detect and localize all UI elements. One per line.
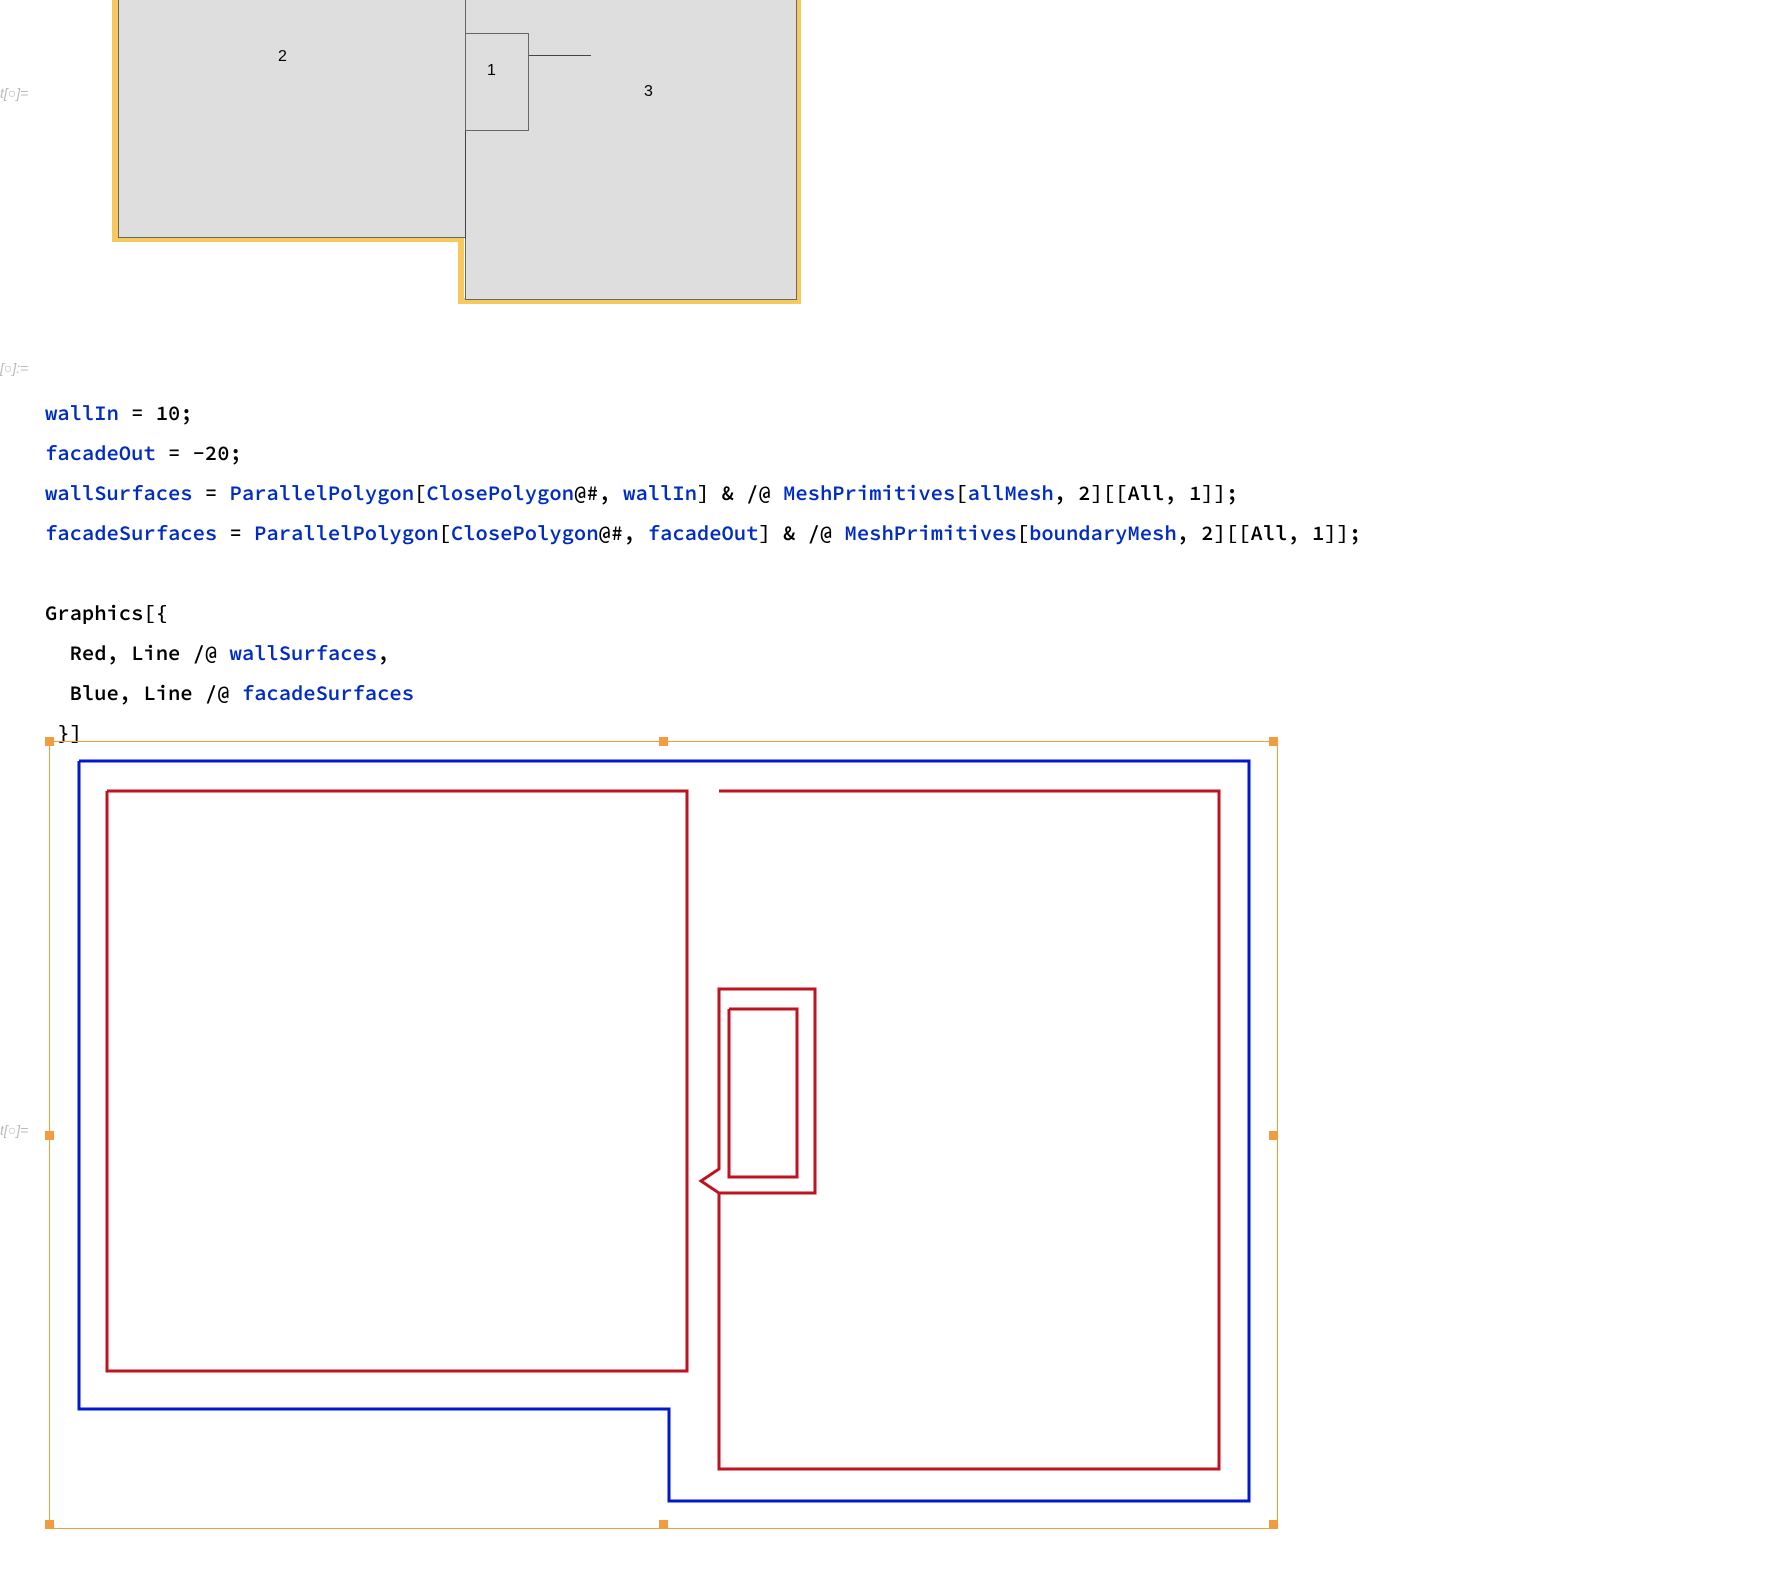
room-label-3: 3 [644,83,653,101]
code-line: wallSurfaces = ParallelPolygon[ClosePoly… [45,480,1238,506]
out-label-top: t[○]= [0,85,28,101]
room-1-poly [465,33,529,131]
code-input-cell[interactable]: wallIn = 10; facadeOut = -20; wallSurfac… [45,353,1361,753]
code-line: Graphics[{ [45,600,168,626]
code-line: Blue, Line /@ facadeSurfaces [45,680,414,706]
code-line: wallIn = 10; [45,400,193,426]
resize-handle-sw[interactable] [45,1520,54,1529]
resize-handle-nw[interactable] [45,737,54,746]
resize-handle-n[interactable] [659,737,668,746]
mesh-connector [529,55,591,56]
mesh-connector-vert [465,131,466,239]
output-graphics-mesh[interactable]: 1 2 3 [55,0,755,305]
resize-handle-w[interactable] [45,1131,54,1140]
room-label-2: 2 [278,48,287,66]
selection-frame[interactable] [49,741,1278,1529]
in-label: [○]:= [0,360,28,376]
code-line: facadeOut = -20; [45,440,242,466]
resize-handle-se[interactable] [1269,1520,1278,1529]
facade-edge [458,236,464,304]
resize-handle-e[interactable] [1269,1131,1278,1140]
code-line: facadeSurfaces = ParallelPolygon[ClosePo… [45,520,1361,546]
resize-handle-ne[interactable] [1269,737,1278,746]
out-label-bottom: t[○]= [0,1122,28,1138]
room-2-poly [118,0,466,238]
resize-handle-s[interactable] [659,1520,668,1529]
code-line: Red, Line /@ wallSurfaces, [45,640,389,666]
room-label-1: 1 [487,62,496,80]
output-graphics-lines[interactable] [49,741,1278,1529]
